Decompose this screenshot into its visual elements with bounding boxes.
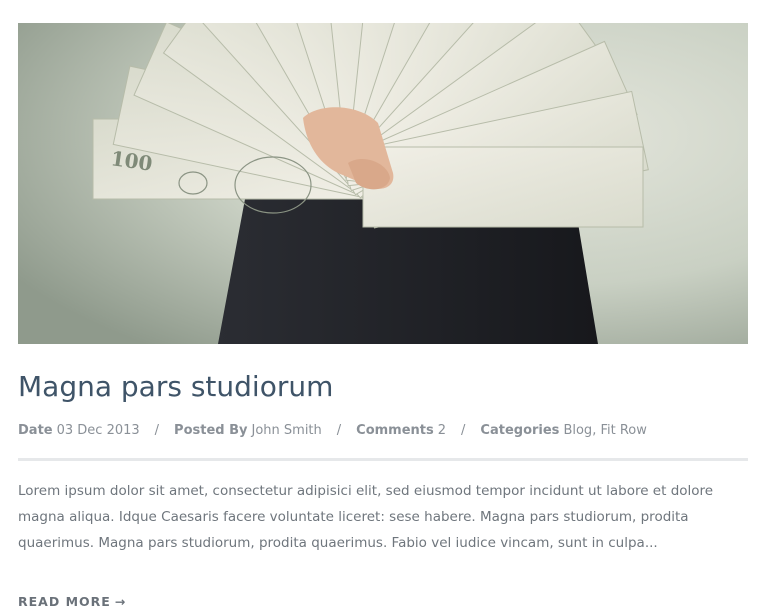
blog-post: 100 Magna pars studiorum Date 03 Dec 2013… <box>18 23 748 610</box>
categories-label: Categories <box>480 423 560 438</box>
post-title[interactable]: Magna pars studiorum <box>18 370 748 404</box>
meta-separator: / <box>336 423 342 438</box>
post-excerpt: Lorem ipsum dolor sit amet, consectetur … <box>18 483 714 551</box>
comments-count-link[interactable]: 2 <box>438 423 446 438</box>
money-fan-image: 100 <box>18 23 748 344</box>
meta-separator: / <box>154 423 160 438</box>
post-featured-image[interactable]: 100 <box>18 23 748 344</box>
arrow-right-icon: → <box>114 593 127 609</box>
meta-divider <box>18 458 748 461</box>
post-date: 03 Dec 2013 <box>56 423 140 438</box>
comments-label: Comments <box>356 423 434 438</box>
author-link[interactable]: John Smith <box>252 423 322 438</box>
read-more-label: READ MORE <box>18 593 111 609</box>
posted-by-label: Posted By <box>174 423 248 438</box>
category-separator: , <box>592 423 597 438</box>
read-more-link[interactable]: READ MORE → <box>18 594 126 609</box>
category-link-fit-row[interactable]: Fit Row <box>600 423 646 438</box>
post-meta: Date 03 Dec 2013 / Posted By John Smith / Comm… <box>18 422 748 440</box>
date-label: Date <box>18 423 53 438</box>
category-link-blog[interactable]: Blog <box>563 423 592 438</box>
meta-separator: / <box>461 423 466 438</box>
